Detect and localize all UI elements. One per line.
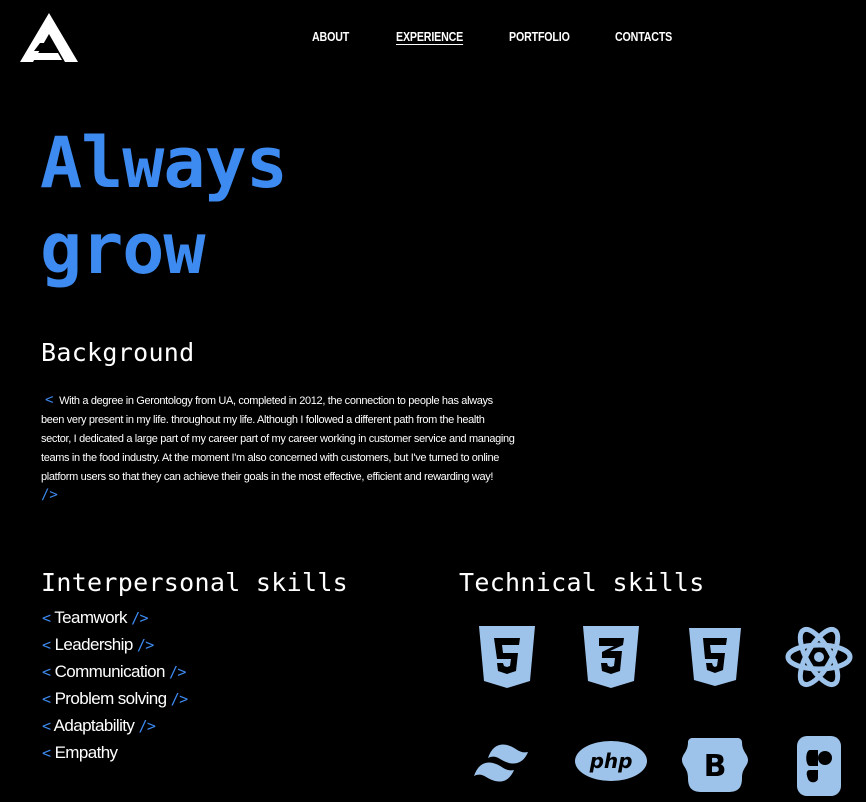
figma-icon: [782, 728, 856, 802]
main-nav: ABOUT EXPERIENCE PORTFOLIO CONTACTS: [0, 29, 866, 49]
technical-skills-title: Technical skills: [459, 568, 705, 597]
open-tag: <: [42, 663, 51, 681]
open-tag: <: [42, 609, 51, 627]
close-tag: />: [170, 690, 188, 708]
html5-icon: [470, 620, 544, 694]
skill-label: Communication: [54, 662, 166, 681]
open-tag: <: [42, 636, 51, 654]
hero-heading: Always grow: [40, 120, 288, 292]
background-close-tag: />: [41, 487, 58, 503]
background-text: < With a degree in Gerontology from UA, c…: [41, 391, 516, 487]
hero-line-1: Always: [40, 122, 288, 204]
list-item: < Leadership />: [42, 633, 188, 660]
nav-contacts[interactable]: CONTACTS: [615, 29, 672, 44]
background-open-tag: <: [45, 392, 54, 408]
close-tag: />: [138, 717, 156, 735]
nav-experience[interactable]: EXPERIENCE: [396, 29, 463, 44]
interpersonal-skills-title: Interpersonal skills: [41, 568, 349, 597]
skill-label: Empathy: [54, 743, 118, 762]
close-tag: />: [136, 636, 154, 654]
list-item: < Empathy: [42, 741, 188, 768]
close-tag: />: [131, 609, 148, 627]
open-tag: <: [42, 690, 51, 708]
background-title: Background: [41, 338, 195, 367]
close-tag: />: [169, 663, 186, 681]
skill-label: Adaptability: [53, 716, 135, 735]
react-icon: [782, 620, 856, 694]
css3-icon: [574, 620, 648, 694]
svg-text:B: B: [704, 749, 727, 784]
nav-about[interactable]: ABOUT: [312, 29, 349, 44]
svg-text:php: php: [589, 749, 633, 773]
list-item: < Problem solving />: [42, 687, 188, 714]
nav-portfolio[interactable]: PORTFOLIO: [509, 29, 570, 44]
open-tag: <: [42, 717, 51, 735]
list-item: < Communication />: [42, 660, 188, 687]
tailwind-icon: [470, 728, 544, 802]
skill-label: Problem solving: [54, 689, 168, 708]
hero-line-2: grow: [40, 208, 206, 290]
technical-skills-grid: php B: [470, 620, 866, 796]
list-item: < Adaptability />: [42, 714, 188, 741]
html5-icon: [678, 620, 752, 694]
list-item: < Teamwork />: [42, 606, 188, 633]
php-icon: php: [574, 728, 648, 802]
open-tag: <: [42, 744, 51, 762]
bootstrap-icon: B: [678, 728, 752, 802]
background-paragraph: With a degree in Gerontology from UA, co…: [41, 395, 515, 483]
skill-label: Teamwork: [54, 608, 127, 627]
skill-label: Leadership: [54, 635, 134, 654]
interpersonal-skills-list: < Teamwork /> < Leadership /> < Communic…: [42, 606, 188, 768]
